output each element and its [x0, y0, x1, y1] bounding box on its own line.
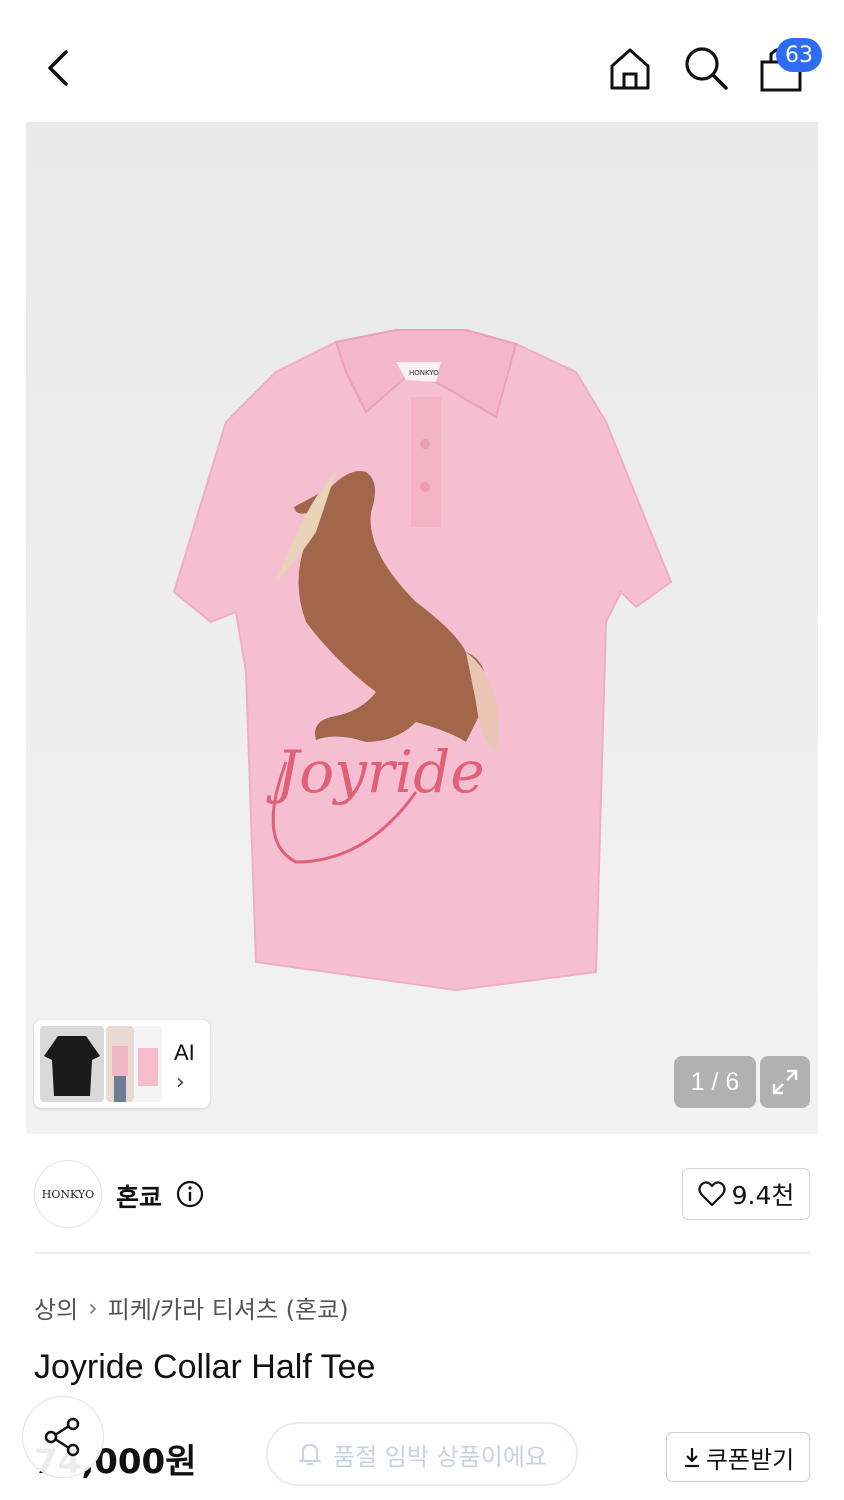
- home-button[interactable]: [606, 44, 654, 92]
- thumbnail-pink-shirt[interactable]: [134, 1026, 162, 1102]
- bell-icon: [298, 1443, 322, 1465]
- product-image: HONKYO Joyride: [172, 329, 673, 992]
- collar-label: HONKYO: [409, 369, 439, 377]
- pink-shirt-thumbnail: [138, 1048, 158, 1086]
- shirt-print-text: Joyride: [266, 738, 485, 806]
- model-thumbnail: [112, 1046, 128, 1102]
- brand-logo-text: HONKYO: [41, 1187, 95, 1201]
- search-button[interactable]: [682, 44, 730, 92]
- brand-info-button[interactable]: [176, 1180, 204, 1208]
- info-icon: [176, 1180, 204, 1208]
- breadcrumb: 상의 › 피케/카라 티셔츠 (혼쿄): [34, 1290, 349, 1325]
- ai-label: AI: [174, 1040, 195, 1065]
- cart-count-badge: 63: [776, 38, 822, 72]
- like-button[interactable]: 9.4천: [682, 1168, 810, 1220]
- section-divider: [34, 1252, 810, 1254]
- brand-row: HONKYO 혼쿄 9.4천: [34, 1160, 810, 1228]
- thumbnail-model[interactable]: [106, 1026, 134, 1102]
- home-icon: [610, 48, 650, 90]
- expand-icon: [772, 1069, 798, 1095]
- back-button[interactable]: [38, 44, 82, 92]
- share-icon: [44, 1417, 80, 1457]
- breadcrumb-separator-icon: ›: [88, 1293, 98, 1322]
- black-shirt-thumbnail: [44, 1036, 100, 1096]
- breadcrumb-item[interactable]: 피케/카라 티셔츠 (혼쿄): [108, 1290, 349, 1325]
- brand-logo[interactable]: HONKYO: [34, 1160, 102, 1228]
- download-icon: [684, 1448, 699, 1468]
- chevron-left-icon: [48, 50, 68, 86]
- coupon-download-button[interactable]: 쿠폰받기: [666, 1432, 810, 1482]
- share-button[interactable]: [22, 1396, 104, 1478]
- product-image-gallery[interactable]: HONKYO Joyride AI › 1 / 6: [26, 122, 818, 1134]
- low-stock-text: 품절 임박 상품이에요: [333, 1442, 547, 1471]
- search-icon: [685, 47, 728, 90]
- coupon-label: 쿠폰받기: [705, 1445, 795, 1474]
- image-page-counter: 1 / 6: [674, 1056, 756, 1108]
- heart-icon: [698, 1181, 726, 1207]
- expand-image-button[interactable]: [760, 1056, 810, 1108]
- brand-name[interactable]: 혼쿄: [116, 1178, 162, 1214]
- thumbnail-black-shirt[interactable]: [40, 1026, 104, 1102]
- like-count: 9.4천: [731, 1181, 795, 1210]
- chevron-right-icon: ›: [176, 1070, 185, 1095]
- low-stock-notice: 품절 임박 상품이에요: [266, 1422, 578, 1486]
- breadcrumb-item[interactable]: 상의: [34, 1290, 78, 1325]
- ai-thumbnail-strip[interactable]: AI ›: [34, 1020, 210, 1108]
- top-navigation-bar: 63: [0, 0, 844, 122]
- product-title: Joyride Collar Half Tee: [34, 1348, 376, 1386]
